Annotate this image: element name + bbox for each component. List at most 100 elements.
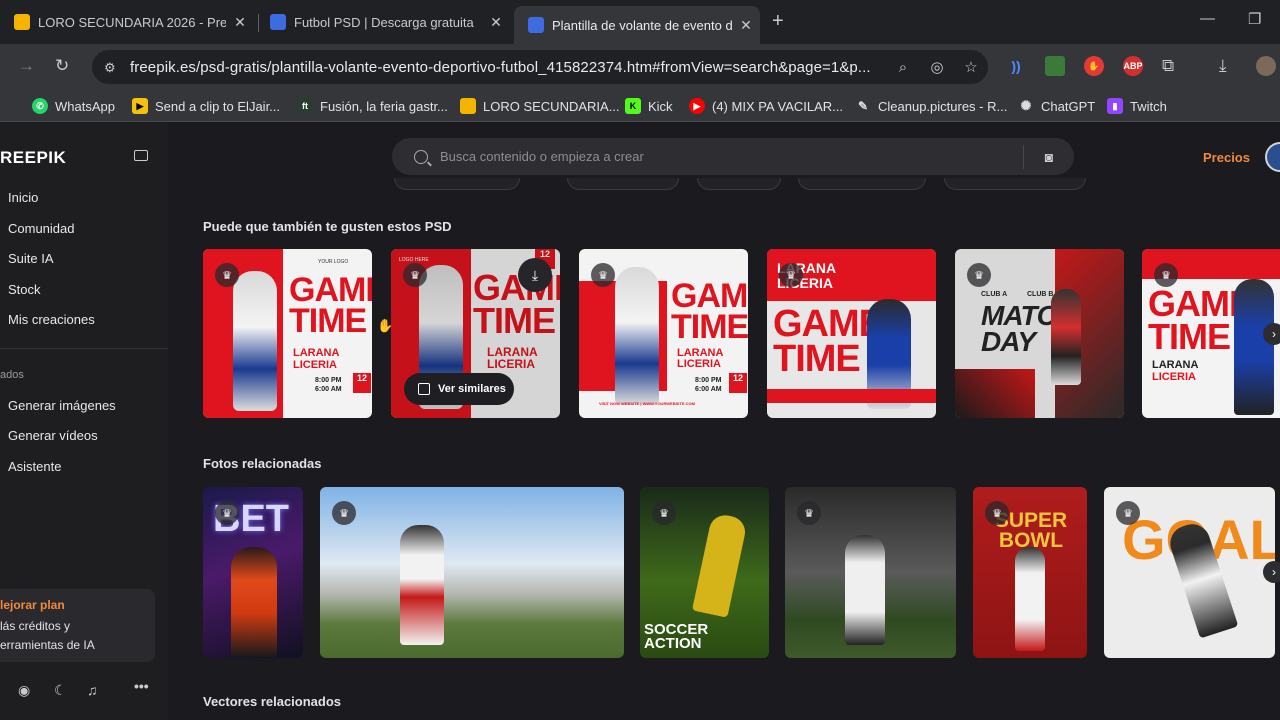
forward-icon[interactable]: → (18, 56, 35, 76)
search-bar[interactable]: ◙ (392, 138, 1074, 175)
time1: 8:00 PM (695, 377, 722, 384)
bookmark-twitch[interactable]: ▮ Twitch (1107, 98, 1167, 114)
carousel-next-icon[interactable]: › (1263, 561, 1280, 583)
discord-icon[interactable]: ◉ (18, 682, 30, 699)
youtube-icon: ▶ (689, 98, 705, 114)
ver-similares-button[interactable]: Ver similares (404, 373, 514, 405)
sidebar-section-label: ados (0, 369, 24, 381)
dark-mode-moon-icon[interactable]: ☾ (54, 682, 67, 699)
sidebar-divider (0, 348, 168, 349)
photo-card[interactable]: GOAL ♛ (1104, 487, 1275, 658)
minimize-icon[interactable]: — (1200, 10, 1215, 27)
extensions-puzzle-icon[interactable]: ⧉ (1162, 56, 1174, 76)
premium-crown-icon: ♛ (652, 501, 676, 525)
premium-crown-icon: ♛ (403, 263, 427, 287)
wifi-ext-icon[interactable]: )) (1006, 56, 1026, 76)
abp-ext-icon[interactable]: ABP (1123, 56, 1143, 76)
psd-card[interactable]: GAME TIME LARANA LICERIA 8:00 PM 6:00 AM… (203, 249, 372, 418)
sidebar-item-asistente[interactable]: Asistente (8, 459, 61, 474)
time2: 6:00 AM (315, 386, 342, 393)
upgrade-plan-line: lás créditos y (0, 619, 71, 633)
bookmark-cleanup[interactable]: ✎ Cleanup.pictures - R... (855, 98, 1007, 114)
clip-icon: ▶ (132, 98, 148, 114)
bookmark-loro[interactable]: LORO SECUNDARIA... (460, 98, 620, 114)
tab-loro-secundaria[interactable]: LORO SECUNDARIA 2026 - Pre ✕ (0, 6, 254, 38)
url-text[interactable]: freepik.es/psd-gratis/plantilla-volante-… (130, 59, 886, 76)
pricing-link[interactable]: Precios (1203, 150, 1250, 165)
tracking-eye-icon[interactable]: ◎ (920, 58, 954, 76)
carousel-next-icon[interactable]: › (1263, 323, 1280, 345)
filter-chip[interactable] (697, 178, 781, 190)
sidebar-item-suite-ia[interactable]: Suite IA (8, 251, 54, 266)
site-settings-icon[interactable]: ⚙ (104, 60, 118, 75)
sidebar-item-inicio[interactable]: Inicio (8, 190, 38, 205)
sidebar-item-stock[interactable]: Stock (8, 282, 41, 297)
camera-search-icon[interactable]: ◙ (1024, 149, 1074, 165)
headline: GAME TIME (671, 277, 748, 347)
search-input[interactable] (440, 149, 1023, 164)
download-icon[interactable]: ⤓ (1219, 56, 1227, 76)
player-figure (400, 525, 444, 645)
close-tab-icon[interactable]: ✕ (482, 14, 510, 31)
player-figure (231, 547, 277, 657)
date-badge: 12 (353, 373, 371, 393)
filter-chip[interactable] (944, 178, 1086, 190)
bookmark-whatsapp[interactable]: ✆ WhatsApp (32, 98, 115, 114)
headline: GAME TIME (1148, 283, 1253, 358)
sidebar-item-generar-videos[interactable]: Generar vídeos (8, 428, 98, 443)
photo-card[interactable]: BET ♛ (203, 487, 303, 658)
psd-card[interactable]: CLUB A CLUB B MATCH DAY ♛ (955, 249, 1124, 418)
cleanup-icon: ✎ (857, 99, 869, 113)
premium-crown-icon: ♛ (215, 501, 239, 525)
photo-card[interactable]: ♛ (320, 487, 624, 658)
filter-chip[interactable] (567, 178, 679, 190)
logo-placeholder: YOUR LOGO (318, 259, 349, 265)
footer-website: VISIT NOW WEBSITE | WWW.YOURWEBSITE.COM (599, 401, 695, 406)
notifications-bell-icon[interactable]: ♫ (87, 682, 98, 698)
upgrade-plan-line: erramientas de IA (0, 638, 95, 652)
search-page-icon[interactable]: ⌕ (886, 59, 920, 76)
hand-ext-icon[interactable]: ✋ (1084, 56, 1104, 76)
red-black-graphic (955, 369, 1035, 418)
bookmark-chatgpt[interactable]: ✺ ChatGPT (1018, 98, 1096, 114)
tab-futbol-psd[interactable]: Futbol PSD | Descarga gratuita ✕ (256, 6, 510, 38)
bookmark-clip[interactable]: ▶ Send a clip to ElJair... (132, 98, 280, 114)
bookmark-star-icon[interactable]: ☆ (954, 58, 988, 76)
new-tab-icon[interactable]: + (772, 10, 784, 33)
reload-icon[interactable]: ↻ (55, 56, 69, 76)
close-tab-icon[interactable]: ✕ (226, 14, 254, 31)
slides-favicon-icon (14, 14, 30, 30)
photo-text: SOCCER ACTION (644, 621, 709, 653)
sidebar-item-mis-creaciones[interactable]: Mis creaciones (8, 312, 95, 327)
photo-card[interactable]: SOCCER ACTION ♛ (640, 487, 769, 658)
profile-avatar-icon[interactable] (1256, 56, 1276, 76)
photo-card[interactable]: SUPER BOWL ♛ (973, 487, 1087, 658)
psd-card[interactable]: LARANA LICERIA GAME TIME ♛ (767, 249, 936, 418)
player-figure (1015, 547, 1045, 651)
more-options-icon[interactable]: ••• (134, 678, 149, 694)
sidebar-item-comunidad[interactable]: Comunidad (8, 221, 75, 236)
close-tab-icon[interactable]: ✕ (732, 17, 760, 34)
freepik-favicon-icon (528, 17, 544, 33)
bookmark-kick[interactable]: K Kick (625, 98, 673, 114)
bookmark-youtube-mix[interactable]: ▶ (4) MIX PA VACILAR... (689, 98, 843, 114)
psd-card[interactable]: GAME TIME LARANA LICERIA ♛ (1142, 249, 1280, 418)
restore-window-icon[interactable]: ❐ (1248, 10, 1261, 28)
bookmark-fusion[interactable]: ft Fusión, la feria gastr... (297, 98, 448, 114)
download-icon[interactable]: ⤓ (518, 258, 552, 292)
sidebar-item-generar-imagenes[interactable]: Generar imágenes (8, 398, 116, 413)
premium-crown-icon: ♛ (591, 263, 615, 287)
flag-ext-icon[interactable] (1045, 56, 1065, 76)
filter-chip[interactable] (394, 178, 520, 190)
football-player-figure (1051, 289, 1081, 385)
filter-chip[interactable] (798, 178, 926, 190)
sidebar-toggle-icon[interactable] (134, 150, 148, 161)
address-bar[interactable]: ⚙ freepik.es/psd-gratis/plantilla-volant… (92, 50, 988, 84)
freepik-logo[interactable]: REEPIK (0, 148, 66, 168)
fusion-icon: ft (297, 98, 313, 114)
premium-crown-icon: ♛ (215, 263, 239, 287)
headline: GAME TIME (773, 303, 884, 380)
photo-card[interactable]: ♛ (785, 487, 956, 658)
tab-plantilla-volante[interactable]: Plantilla de volante de evento d ✕ (514, 6, 760, 44)
psd-card[interactable]: GAME TIME LARANA LICERIA 8:00 PM 6:00 AM… (579, 249, 748, 418)
